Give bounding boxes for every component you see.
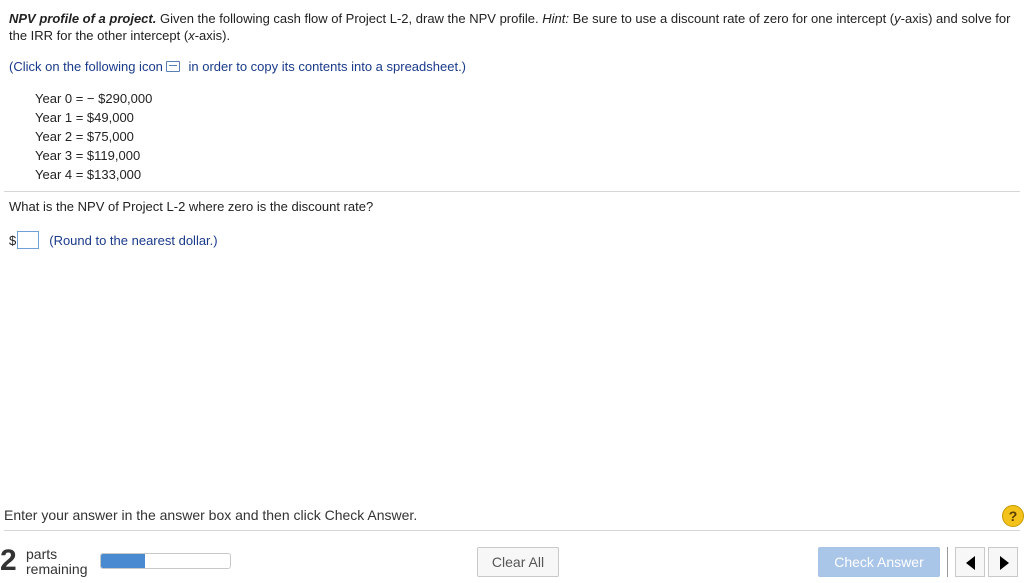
clear-all-button[interactable]: Clear All: [477, 547, 559, 577]
spreadsheet-icon[interactable]: [165, 61, 180, 72]
parts-count: 2: [0, 544, 17, 577]
question-text: NPV profile of a project. Given the foll…: [9, 11, 1011, 43]
currency-symbol: $: [9, 232, 17, 248]
nav-separator: [947, 547, 948, 577]
arrow-left-icon: [966, 556, 975, 570]
footer-instruction: Enter your answer in the answer box and …: [4, 507, 418, 523]
previous-button[interactable]: [955, 547, 985, 577]
help-icon[interactable]: ?: [1002, 505, 1024, 527]
answer-row: $ (Round to the nearest dollar.): [9, 230, 218, 250]
question-title: NPV profile of a project.: [9, 11, 157, 26]
progress-fill: [101, 554, 145, 568]
arrow-right-icon: [1000, 556, 1009, 570]
progress-bar: [100, 553, 231, 569]
parts-label: parts remaining: [26, 546, 88, 577]
footer-divider: [4, 530, 1020, 531]
sub-question: What is the NPV of Project L-2 where zer…: [9, 199, 374, 214]
cash-flow-item: Year 3 = $119,000: [35, 148, 141, 163]
next-button[interactable]: [988, 547, 1018, 577]
cash-flow-item: Year 4 = $133,000: [35, 167, 142, 182]
hint-label: Hint:: [542, 11, 569, 26]
cash-flow-item: Year 0 = − $290,000: [35, 91, 153, 106]
npv-answer-input[interactable]: [17, 231, 40, 249]
copy-instruction: (Click on the following icon in order to…: [9, 59, 467, 74]
rounding-note: (Round to the nearest dollar.): [49, 232, 218, 248]
check-answer-button[interactable]: Check Answer: [818, 547, 940, 577]
section-divider: [4, 191, 1020, 192]
cash-flow-item: Year 1 = $49,000: [35, 110, 134, 125]
cash-flow-item: Year 2 = $75,000: [35, 129, 134, 144]
cash-flow-list: Year 0 = − $290,000 Year 1 = $49,000 Yea…: [35, 89, 152, 184]
